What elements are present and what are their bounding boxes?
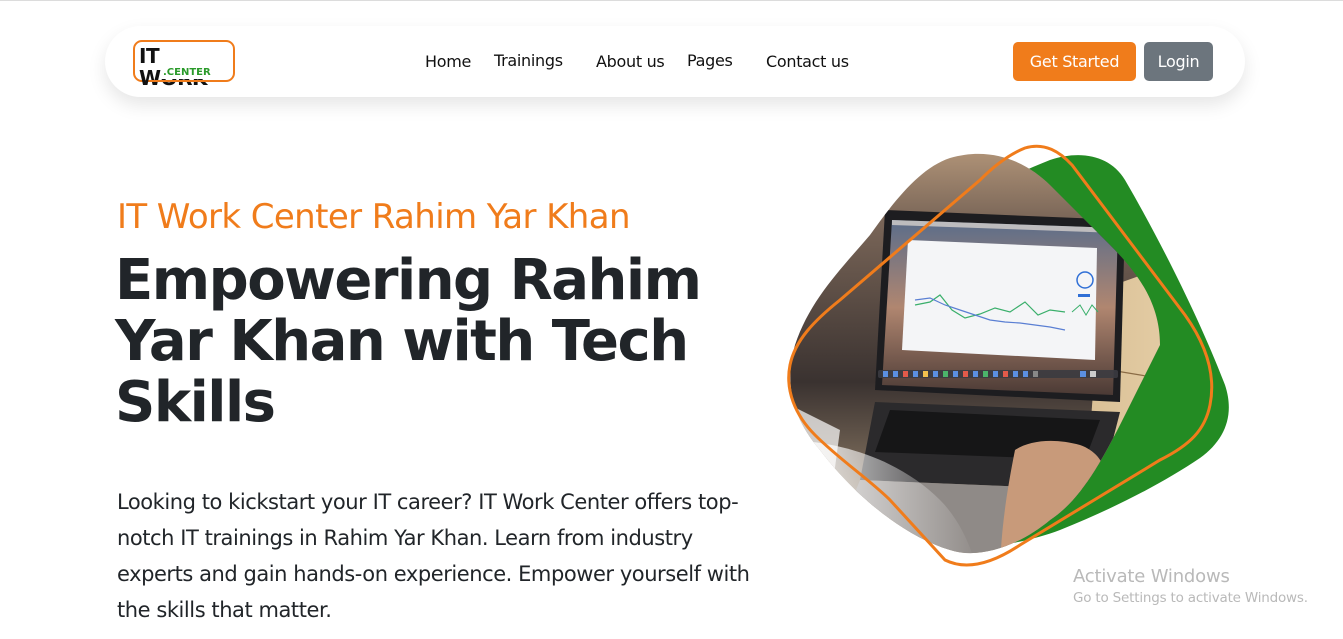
windows-activation-watermark: Activate Windows Go to Settings to activ… (1073, 566, 1308, 608)
watermark-title: Activate Windows (1073, 566, 1230, 587)
watermark-subtitle: Go to Settings to activate Windows. (1073, 590, 1308, 606)
get-started-button[interactable]: Get Started (1013, 42, 1136, 81)
nav-trainings[interactable]: Trainings (494, 51, 563, 71)
login-button[interactable]: Login (1144, 42, 1213, 81)
nav-about-us[interactable]: About us (596, 52, 665, 72)
hero-title: Empowering Rahim Yar Khan with Tech Skil… (115, 248, 702, 435)
hero-subtitle: IT Work Center Rahim Yar Khan (117, 197, 631, 237)
nav-pages[interactable]: Pages (687, 51, 733, 71)
navbar: IT WORK .CENTER Home Trainings About us … (105, 26, 1245, 97)
top-border (0, 0, 1343, 1)
nav-contact-us[interactable]: Contact us (766, 52, 849, 72)
nav-home[interactable]: Home (425, 52, 471, 72)
hero-description: Looking to kickstart your IT career? IT … (117, 490, 750, 622)
hero-image (780, 140, 1240, 580)
hero-illustration (787, 144, 1229, 567)
